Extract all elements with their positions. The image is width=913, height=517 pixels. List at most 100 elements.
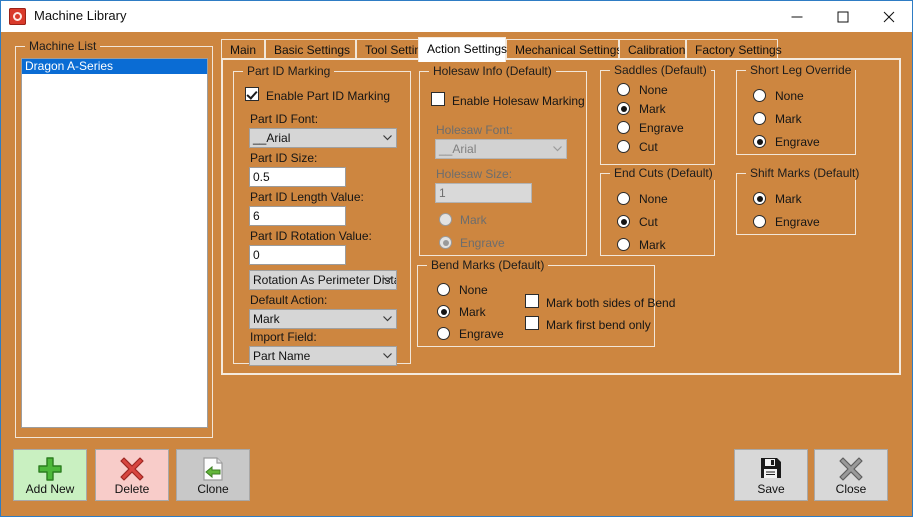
part-id-font-select[interactable]: __Arial [249,128,397,148]
default-action-label: Default Action: [250,293,328,307]
saddles-option-mark-label: Mark [639,102,666,116]
machine-list-legend: Machine List [25,39,101,53]
holesaw-size-input[interactable]: 1 [435,183,532,203]
page-arrow-icon [203,457,223,481]
import-field-value: Part Name [253,349,311,363]
holesaw-info-legend: Holesaw Info (Default) [429,64,556,78]
part-id-font-label: Part ID Font: [250,112,319,126]
short-leg-override-group: Short Leg Override None Mark Engrave [736,63,856,155]
part-id-length-label: Part ID Length Value: [250,190,364,204]
add-new-button[interactable]: Add New [13,449,87,501]
shift-marks-option-engrave-label: Engrave [775,215,820,229]
short-leg-option-engrave-label: Engrave [775,135,820,149]
end-cuts-option-cut-label: Cut [639,215,658,229]
short-leg-option-none-radio[interactable] [753,89,766,102]
holesaw-option-engrave-radio[interactable] [439,236,452,249]
holesaw-info-group: Holesaw Info (Default) Enable Holesaw Ma… [419,64,587,256]
mark-first-bend-only-label: Mark first bend only [546,318,651,332]
end-cuts-option-mark-radio[interactable] [617,238,630,251]
part-id-size-label: Part ID Size: [250,151,318,165]
x-cross-icon [120,457,144,481]
saddles-group: Saddles (Default) None Mark Engrave Cut [600,63,715,165]
bend-option-engrave-radio[interactable] [437,327,450,340]
shift-marks-option-mark-label: Mark [775,192,802,206]
part-id-font-value: __Arial [253,131,291,145]
end-cuts-group: End Cuts (Default) None Cut Mark [600,166,717,256]
list-item[interactable]: Dragon A-Series [22,59,207,74]
part-id-rotation-mode-select[interactable]: Rotation As Perimeter Dista [249,270,397,290]
enable-holesaw-marking-checkbox[interactable] [431,92,445,106]
end-cuts-option-none-label: None [639,192,668,206]
tab-strip: Main Basic Settings Tool Settings Action… [221,37,901,62]
floppy-disk-icon [761,458,781,478]
short-leg-option-engrave-radio[interactable] [753,135,766,148]
saddles-option-cut-radio[interactable] [617,140,630,153]
mark-first-bend-only-checkbox[interactable] [525,316,539,330]
x-cross-icon [839,457,863,481]
tab-factory-settings[interactable]: Factory Settings [686,39,782,59]
mark-both-sides-of-bend-checkbox[interactable] [525,294,539,308]
part-id-length-input[interactable]: 6 [249,206,346,226]
bend-option-none-label: None [459,283,488,297]
save-button[interactable]: Save [734,449,808,501]
tab-action-settings[interactable]: Action Settings [418,37,507,62]
end-cuts-option-cut-radio[interactable] [617,215,630,228]
part-id-marking-group: Part ID Marking Enable Part ID Marking P… [233,64,411,366]
import-field-label: Import Field: [250,330,317,344]
end-cuts-option-mark-label: Mark [639,238,666,252]
app-gauge-icon [9,8,26,25]
default-action-select[interactable]: Mark [249,309,397,329]
close-button[interactable]: Close [814,449,888,501]
window-title: Machine Library [34,8,127,23]
shift-marks-option-mark-radio[interactable] [753,192,766,205]
part-id-rotation-mode-value: Rotation As Perimeter Dista [253,273,397,287]
minimize-icon[interactable] [774,1,820,32]
maximize-icon[interactable] [820,1,866,32]
saddles-option-engrave-label: Engrave [639,121,684,135]
machine-list-group: Machine List Dragon A-Series [15,39,213,438]
saddles-option-cut-label: Cut [639,140,658,154]
holesaw-option-mark-radio[interactable] [439,213,452,226]
end-cuts-legend: End Cuts (Default) [610,166,717,180]
part-id-rotation-input[interactable]: 0 [249,245,346,265]
clone-label: Clone [197,482,229,496]
delete-button[interactable]: Delete [95,449,169,501]
enable-holesaw-marking-label: Enable Holesaw Marking [452,94,585,108]
holesaw-font-label: Holesaw Font: [436,123,513,137]
holesaw-font-value: __Arial [439,142,477,156]
chevron-down-icon [383,135,392,141]
plus-icon [38,457,62,481]
enable-part-id-marking-label: Enable Part ID Marking [266,89,391,103]
shift-marks-legend: Shift Marks (Default) [746,166,864,180]
bend-option-engrave-label: Engrave [459,327,504,341]
short-leg-option-mark-radio[interactable] [753,112,766,125]
short-leg-option-mark-label: Mark [775,112,802,126]
machine-listbox[interactable]: Dragon A-Series [21,58,208,428]
import-field-select[interactable]: Part Name [249,346,397,366]
bend-option-mark-radio[interactable] [437,305,450,318]
clone-button[interactable]: Clone [176,449,250,501]
saddles-option-none-radio[interactable] [617,83,630,96]
machine-library-window: Machine Library Machine List Dragon A-Se… [0,0,913,517]
saddles-option-engrave-radio[interactable] [617,121,630,134]
tab-main[interactable]: Main [221,39,265,59]
holesaw-font-select[interactable]: __Arial [435,139,567,159]
bend-marks-legend: Bend Marks (Default) [427,258,549,272]
shift-marks-group: Shift Marks (Default) Mark Engrave [736,166,864,235]
part-id-size-input[interactable]: 0.5 [249,167,346,187]
tab-mechanical-settings[interactable]: Mechanical Settings [506,39,622,59]
tab-basic-settings[interactable]: Basic Settings [265,39,356,59]
chevron-down-icon [383,277,392,283]
bend-option-none-radio[interactable] [437,283,450,296]
delete-label: Delete [114,482,150,496]
saddles-option-mark-radio[interactable] [617,102,630,115]
end-cuts-option-none-radio[interactable] [617,192,630,205]
short-leg-override-legend: Short Leg Override [746,63,856,77]
short-leg-option-none-label: None [775,89,804,103]
chevron-down-icon [383,353,392,359]
part-id-rotation-label: Part ID Rotation Value: [250,229,372,243]
close-icon[interactable] [866,1,912,32]
enable-part-id-marking-checkbox[interactable] [245,87,259,101]
shift-marks-option-engrave-radio[interactable] [753,215,766,228]
tab-calibration[interactable]: Calibration [619,39,686,59]
